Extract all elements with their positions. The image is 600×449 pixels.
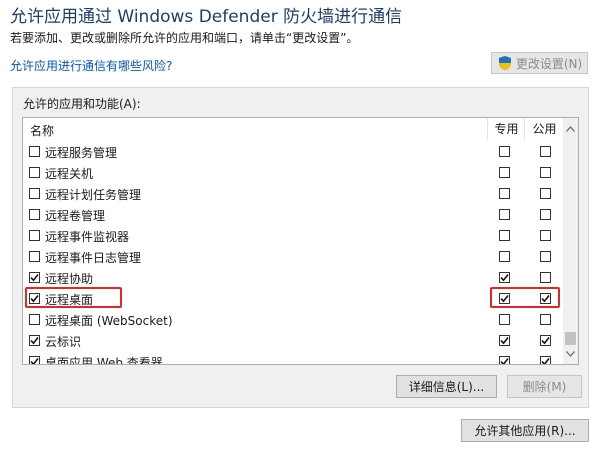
row-private-checkbox[interactable]: [499, 209, 510, 220]
row-app-name: 云标识: [45, 335, 82, 349]
row-private-checkbox[interactable]: [499, 251, 510, 262]
row-enabled-checkbox[interactable]: [29, 167, 40, 178]
row-public-checkbox[interactable]: [540, 167, 551, 178]
allow-other-app-button[interactable]: 允许其他应用(R)...: [461, 419, 589, 442]
row-app-name: 远程协助: [45, 272, 94, 286]
delete-button[interactable]: 删除(M): [507, 375, 582, 398]
row-public-checkbox[interactable]: [540, 251, 551, 262]
table-row[interactable]: 远程卷管理: [23, 204, 563, 225]
row-app-name: 远程事件监视器: [45, 230, 130, 244]
row-app-name: 远程计划任务管理: [45, 188, 142, 202]
check-icon: [30, 358, 39, 364]
details-button[interactable]: 详细信息(L)...: [396, 375, 497, 398]
allowed-apps-label: 允许的应用和功能(A):: [23, 97, 141, 111]
check-icon: [541, 337, 550, 345]
row-public-checkbox[interactable]: [540, 146, 551, 157]
table-row[interactable]: 桌面应用 Web 查看器: [23, 351, 563, 365]
row-private-checkbox[interactable]: [499, 335, 510, 346]
row-public-checkbox[interactable]: [540, 335, 551, 346]
row-app-name: 远程桌面 (WebSocket): [45, 314, 173, 328]
row-enabled-checkbox[interactable]: [29, 230, 40, 241]
page-subtitle: 若要添加、更改或删除所允许的应用和端口，请单击“更改设置”。: [10, 31, 359, 45]
row-app-name: 远程卷管理: [45, 209, 106, 223]
check-icon: [541, 358, 550, 364]
row-public-checkbox[interactable]: [540, 209, 551, 220]
check-icon: [500, 274, 509, 282]
row-private-checkbox[interactable]: [499, 230, 510, 241]
row-private-checkbox[interactable]: [499, 356, 510, 364]
list-header: 名称 专用 公用: [23, 118, 565, 140]
row-enabled-checkbox[interactable]: [29, 272, 40, 283]
column-header-public[interactable]: 公用: [524, 118, 565, 140]
table-row[interactable]: 远程协助: [23, 267, 563, 288]
row-app-name: 远程事件日志管理: [45, 251, 142, 265]
row-app-name: 桌面应用 Web 查看器: [45, 356, 163, 365]
check-icon: [500, 358, 509, 364]
row-enabled-checkbox[interactable]: [29, 314, 40, 325]
row-public-checkbox[interactable]: [540, 356, 551, 364]
change-settings-label: 更改设置(N): [515, 56, 583, 71]
page-title: 允许应用通过 Windows Defender 防火墙进行通信: [10, 7, 403, 27]
row-private-checkbox[interactable]: [499, 314, 510, 325]
row-private-checkbox[interactable]: [499, 188, 510, 199]
row-private-checkbox[interactable]: [499, 167, 510, 178]
table-row[interactable]: 远程关机: [23, 162, 563, 183]
allowed-apps-list[interactable]: 名称 专用 公用 远程服务管理 远程关机 远程计划任务管理 远程卷管理 远程事件监视器远…: [22, 117, 579, 365]
column-header-name[interactable]: 名称: [30, 122, 54, 139]
row-public-checkbox[interactable]: [540, 314, 551, 325]
check-icon: [30, 274, 39, 282]
row-public-checkbox[interactable]: [540, 230, 551, 241]
check-icon: [500, 337, 509, 345]
change-settings-button[interactable]: 更改设置(N): [491, 52, 588, 74]
uac-shield-icon: [497, 55, 513, 71]
row-enabled-checkbox[interactable]: [29, 251, 40, 262]
scroll-up-arrow-icon[interactable]: [563, 120, 578, 137]
row-public-checkbox[interactable]: [540, 188, 551, 199]
table-row[interactable]: 远程服务管理: [23, 141, 563, 162]
row-app-name: 远程服务管理: [45, 146, 118, 160]
highlight-checkbox-box: [490, 287, 560, 308]
scroll-down-arrow-icon[interactable]: [563, 345, 578, 362]
check-icon: [30, 337, 39, 345]
table-row[interactable]: 远程事件监视器: [23, 225, 563, 246]
scroll-thumb[interactable]: [565, 332, 576, 345]
risk-info-link[interactable]: 允许应用进行通信有哪些风险?: [10, 57, 172, 74]
allowed-apps-group: 允许的应用和功能(A): 名称 专用 公用 远程服务管理 远程关机远程计划任务管理…: [12, 87, 589, 408]
table-row[interactable]: 云标识: [23, 330, 563, 351]
highlight-name-box: [25, 287, 122, 308]
row-enabled-checkbox[interactable]: [29, 146, 40, 157]
row-app-name: 远程关机: [45, 167, 94, 181]
table-row[interactable]: 远程计划任务管理: [23, 183, 563, 204]
row-enabled-checkbox[interactable]: [29, 335, 40, 346]
table-row[interactable]: 远程桌面 (WebSocket): [23, 309, 563, 330]
row-private-checkbox[interactable]: [499, 272, 510, 283]
row-public-checkbox[interactable]: [540, 272, 551, 283]
table-row[interactable]: 远程事件日志管理: [23, 246, 563, 267]
row-private-checkbox[interactable]: [499, 146, 510, 157]
row-enabled-checkbox[interactable]: [29, 356, 40, 364]
row-enabled-checkbox[interactable]: [29, 188, 40, 199]
row-enabled-checkbox[interactable]: [29, 209, 40, 220]
list-scrollbar[interactable]: [563, 118, 578, 364]
column-header-private[interactable]: 专用: [487, 118, 525, 140]
